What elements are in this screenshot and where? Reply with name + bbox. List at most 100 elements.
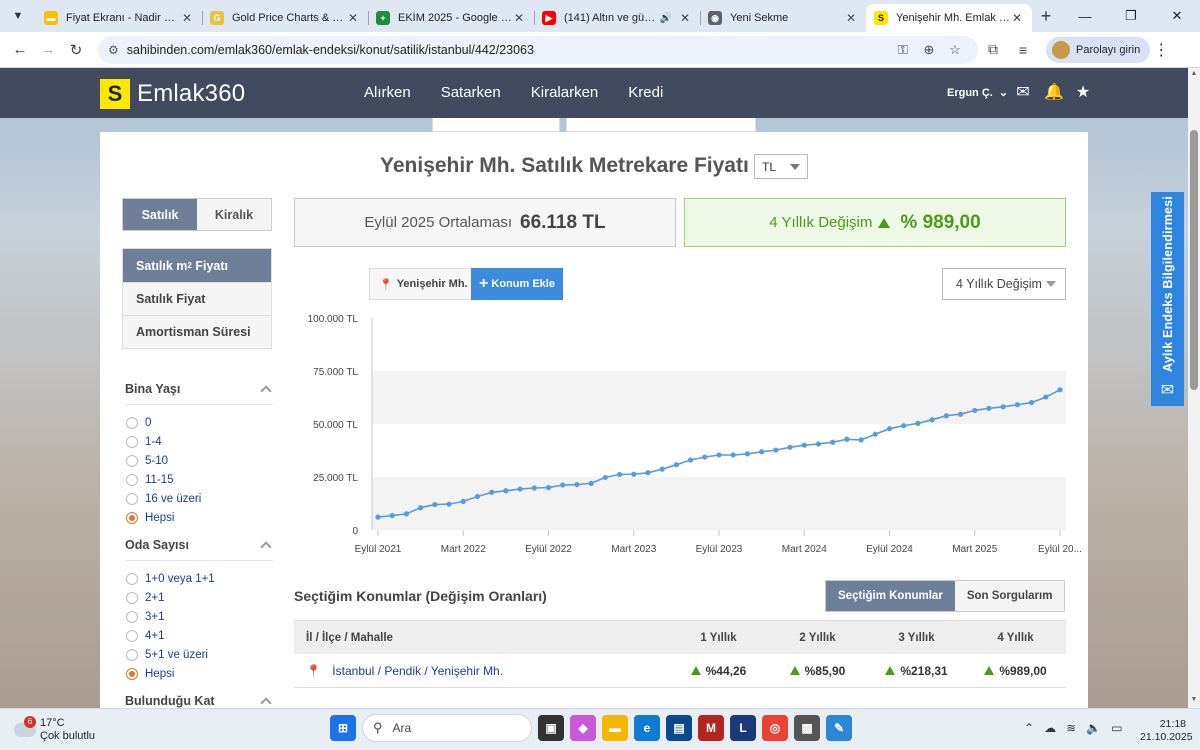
reload-icon[interactable]: ↻: [62, 36, 90, 64]
snipping-tool-icon[interactable]: ✎: [826, 715, 852, 741]
notifications-bell-icon[interactable]: 🔔: [1044, 82, 1064, 102]
password-key-icon[interactable]: ⚿: [890, 42, 916, 58]
close-icon[interactable]: ✕: [180, 11, 194, 25]
radio-button[interactable]: [126, 511, 138, 524]
radio-button[interactable]: [126, 416, 138, 429]
app-l-icon[interactable]: L: [730, 715, 756, 741]
messages-icon[interactable]: ✉: [1014, 82, 1032, 102]
chrome-icon[interactable]: ◎: [762, 715, 788, 741]
location-link[interactable]: İstanbul / Pendik / Yenişehir Mh.: [332, 664, 503, 678]
radio-button[interactable]: [126, 454, 138, 467]
filter-floor-header[interactable]: Bulunduğu Kat: [125, 694, 273, 708]
onedrive-icon[interactable]: ☁: [1044, 721, 1056, 735]
close-icon[interactable]: ✕: [678, 11, 692, 25]
radio-option[interactable]: 0: [126, 413, 201, 432]
radio-button[interactable]: [126, 610, 138, 623]
site-logo[interactable]: S Emlak360: [100, 79, 245, 109]
wifi-icon[interactable]: ≋: [1066, 721, 1076, 735]
battery-icon[interactable]: ▭: [1111, 721, 1122, 735]
radio-button[interactable]: [126, 473, 138, 486]
store-icon[interactable]: ▤: [666, 715, 692, 741]
close-icon[interactable]: ✕: [512, 11, 526, 25]
weather-widget[interactable]: 6 17°C Çok bulutlu: [14, 716, 95, 743]
radio-button[interactable]: [126, 629, 138, 642]
back-icon[interactable]: ←: [6, 36, 34, 64]
radio-option[interactable]: 5-10: [126, 451, 201, 470]
radio-option[interactable]: 1-4: [126, 432, 201, 451]
radio-option[interactable]: 2+1: [126, 588, 215, 607]
radio-button[interactable]: [126, 435, 138, 448]
task-view-icon[interactable]: ▣: [538, 715, 564, 741]
page-scrollbar[interactable]: ▲ ▼: [1188, 68, 1200, 708]
windows-start-icon[interactable]: ⊞: [330, 715, 356, 741]
add-location-button[interactable]: + Konum Ekle: [471, 268, 563, 300]
radio-option[interactable]: 16 ve üzeri: [126, 489, 201, 508]
tab-recent-queries[interactable]: Son Sorgularım: [954, 581, 1065, 611]
filter-building-age-header[interactable]: Bina Yaşı: [125, 382, 273, 405]
radio-button[interactable]: [126, 667, 138, 680]
minimize-icon[interactable]: —: [1062, 0, 1108, 32]
side-menu-item-m2-price[interactable]: Satılık m2 Fiyatı: [123, 249, 271, 282]
close-icon[interactable]: ✕: [346, 11, 360, 25]
nav-satarken[interactable]: Satarken: [441, 84, 501, 101]
speaker-icon[interactable]: 🔊: [660, 13, 672, 24]
tab-satilik[interactable]: Satılık: [123, 199, 197, 230]
radio-option[interactable]: 11-15: [126, 470, 201, 489]
radio-option[interactable]: 1+0 veya 1+1: [126, 569, 215, 588]
side-menu-item-amortization[interactable]: Amortisman Süresi: [123, 315, 271, 348]
restore-icon[interactable]: ❐: [1108, 0, 1154, 32]
tab-kiralik[interactable]: Kiralık: [197, 199, 271, 230]
edge-icon[interactable]: e: [634, 715, 660, 741]
radio-option[interactable]: 5+1 ve üzeri: [126, 645, 215, 664]
zoom-icon[interactable]: ⊕: [916, 42, 942, 58]
address-bar[interactable]: ⚙ sahibinden.com/emlak360/emlak-endeksi/…: [98, 35, 978, 64]
browser-tab[interactable]: G Gold Price Charts & Historic ✕: [202, 4, 368, 32]
radio-button[interactable]: [126, 572, 138, 585]
media-controls-icon[interactable]: ≡: [1008, 42, 1038, 58]
tab-selected-locations[interactable]: Seçtiğim Konumlar: [826, 581, 955, 611]
radio-button[interactable]: [126, 591, 138, 604]
volume-icon[interactable]: 🔈: [1086, 721, 1101, 735]
user-menu[interactable]: Ergun Ç. ⌄: [947, 86, 1008, 100]
close-icon[interactable]: ✕: [1010, 11, 1024, 25]
location-chip[interactable]: 📍 Yenişehir Mh.: [369, 268, 478, 300]
nav-kredi[interactable]: Kredi: [628, 84, 663, 101]
browser-tab[interactable]: + EKİM 2025 - Google Sheets ✕: [368, 4, 534, 32]
close-window-icon[interactable]: ✕: [1154, 0, 1200, 32]
scroll-up-icon[interactable]: ▲: [1190, 70, 1198, 77]
nav-kiralarken[interactable]: Kiralarken: [531, 84, 599, 101]
monthly-index-info-tab[interactable]: Aylık Endeks Bilgilendirmesi ✉: [1151, 192, 1184, 406]
filter-rooms-header[interactable]: Oda Sayısı: [125, 538, 273, 561]
taskbar-search[interactable]: ⚲ Ara: [362, 714, 532, 742]
copilot-icon[interactable]: ◆: [570, 715, 596, 741]
scroll-down-icon[interactable]: ▼: [1190, 696, 1198, 703]
currency-select[interactable]: TL: [754, 154, 808, 179]
radio-option[interactable]: Hepsi: [126, 508, 201, 527]
calculator-icon[interactable]: ▦: [794, 715, 820, 741]
profile-button[interactable]: Parolayı girin: [1046, 36, 1151, 63]
forward-icon[interactable]: →: [34, 36, 62, 64]
radio-button[interactable]: [126, 648, 138, 661]
url-text[interactable]: sahibinden.com/emlak360/emlak-endeksi/ko…: [127, 43, 890, 57]
bookmark-star-icon[interactable]: ☆: [942, 42, 968, 58]
radio-option[interactable]: 3+1: [126, 607, 215, 626]
side-menu-item-price[interactable]: Satılık Fiyat: [123, 282, 271, 315]
browser-tab-active[interactable]: S Yenişehir Mh. Emlak Endeks ✕: [866, 4, 1032, 32]
file-explorer-icon[interactable]: ▬: [602, 715, 628, 741]
radio-option[interactable]: 4+1: [126, 626, 215, 645]
browser-tab[interactable]: ◉ Yeni Sekme ✕: [700, 4, 866, 32]
radio-button[interactable]: [126, 492, 138, 505]
site-info-icon[interactable]: ⚙: [108, 43, 119, 57]
browser-tab[interactable]: ▬ Fiyat Ekranı - Nadir Döviz ✕: [36, 4, 202, 32]
scrollbar-thumb[interactable]: [1190, 130, 1198, 390]
tab-search-icon[interactable]: ▼: [4, 2, 32, 30]
close-icon[interactable]: ✕: [844, 11, 858, 25]
range-select[interactable]: 4 Yıllık Değişim: [942, 268, 1066, 300]
browser-tab[interactable]: ▶ (141) Altın ve gümüş n 🔊 ✕: [534, 4, 700, 32]
radio-option[interactable]: Hepsi: [126, 664, 215, 683]
favorites-star-icon[interactable]: ★: [1074, 82, 1092, 102]
chevron-up-icon[interactable]: ⌃: [1024, 721, 1034, 735]
mcafee-icon[interactable]: M: [698, 715, 724, 741]
new-tab-icon[interactable]: +: [1032, 2, 1060, 30]
menu-icon[interactable]: ⋮: [1150, 40, 1172, 60]
